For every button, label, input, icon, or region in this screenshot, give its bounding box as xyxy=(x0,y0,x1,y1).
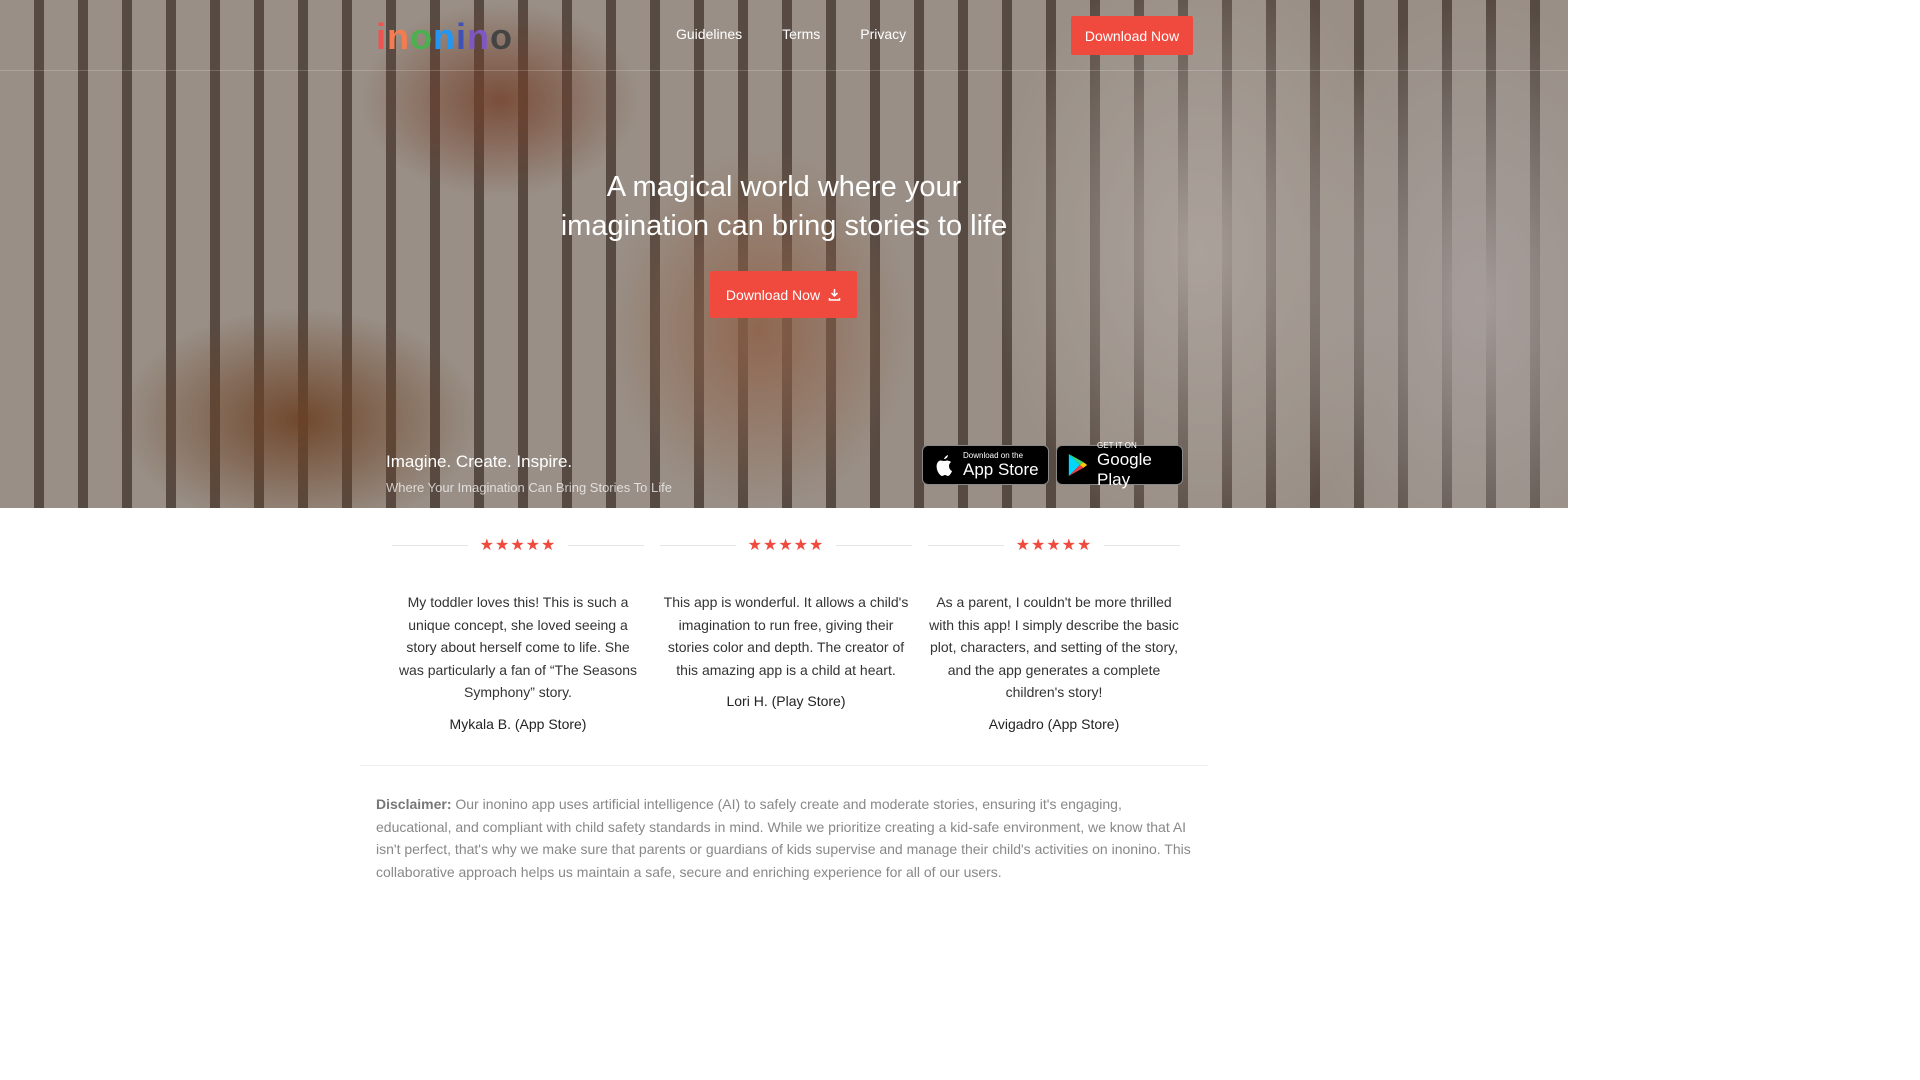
logo-letter: n xyxy=(467,16,491,57)
nav-terms[interactable]: Terms xyxy=(782,26,820,42)
headline-line: A magical world where your xyxy=(606,171,962,203)
logo-letter: o xyxy=(410,16,434,57)
logo-letter: n xyxy=(387,16,411,57)
review-card: ★★★★★ As a parent, I couldn't be more th… xyxy=(920,535,1188,732)
star-rating: ★★★★★ xyxy=(747,537,825,554)
divider xyxy=(836,544,912,546)
review-author: Mykala B. (App Store) xyxy=(449,715,587,732)
nav-guidelines[interactable]: Guidelines xyxy=(676,26,742,42)
review-card: ★★★★★ My toddler loves this! This is suc… xyxy=(384,535,652,732)
disclaimer-text: Our inonino app uses artificial intellig… xyxy=(376,796,1191,880)
google-play-icon xyxy=(1068,453,1088,477)
disclaimer: Disclaimer: Our inonino app uses artific… xyxy=(376,793,1196,883)
review-text: My toddler loves this! This is such a un… xyxy=(398,594,638,700)
review-author: Avigadro (App Store) xyxy=(988,715,1120,732)
apple-icon xyxy=(936,455,952,476)
divider xyxy=(1104,544,1180,546)
divider xyxy=(392,544,468,546)
badge-big: App Store xyxy=(963,459,1039,479)
star-rating: ★★★★★ xyxy=(1015,537,1093,554)
logo-letter: i xyxy=(456,16,468,57)
disclaimer-label: Disclaimer: xyxy=(376,796,452,812)
divider xyxy=(928,544,1004,546)
tagline-title: Imagine. Create. Inspire. xyxy=(386,452,573,471)
hero: inonino Guidelines Terms Privacy Downloa… xyxy=(0,0,1568,508)
nav-privacy[interactable]: Privacy xyxy=(860,26,906,42)
star-rating: ★★★★★ xyxy=(479,537,557,554)
review-author: Lori H. (Play Store) xyxy=(726,693,846,709)
cta-label: Download Now xyxy=(725,286,821,303)
navbar: inonino Guidelines Terms Privacy Downloa… xyxy=(0,0,1568,71)
review-text: As a parent, I couldn't be more thrilled… xyxy=(929,594,1179,700)
hero-download-button[interactable]: Download Now xyxy=(710,271,857,318)
reviews: ★★★★★ My toddler loves this! This is suc… xyxy=(384,535,1188,732)
divider xyxy=(568,544,644,546)
hero-headline: A magical world where your imagination c… xyxy=(0,168,1568,246)
app-store-badge[interactable]: Download on the App Store xyxy=(922,445,1049,485)
review-card: ★★★★★ This app is wonderful. It allows a… xyxy=(652,535,920,732)
badge-small: Download on the xyxy=(963,450,1024,460)
nav-download-button[interactable]: Download Now xyxy=(1071,16,1193,55)
badge-big: Google Play xyxy=(1097,449,1152,489)
logo-letter: i xyxy=(376,16,388,57)
headline-line: imagination can bring stories to life xyxy=(560,210,1008,242)
tagline-subtitle: Where Your Imagination Can Bring Stories… xyxy=(386,480,672,495)
section-divider xyxy=(360,765,1208,766)
badge-small: GET IT ON xyxy=(1097,440,1137,450)
divider xyxy=(660,544,736,546)
logo-letter: o xyxy=(490,16,514,57)
review-text: This app is wonderful. It allows a child… xyxy=(663,594,909,678)
google-play-badge[interactable]: GET IT ON Google Play xyxy=(1056,441,1183,489)
logo[interactable]: inonino xyxy=(376,16,513,58)
tagline: Imagine. Create. Inspire. Where Your Ima… xyxy=(386,452,672,495)
logo-letter: n xyxy=(433,16,457,57)
download-icon xyxy=(828,289,841,301)
